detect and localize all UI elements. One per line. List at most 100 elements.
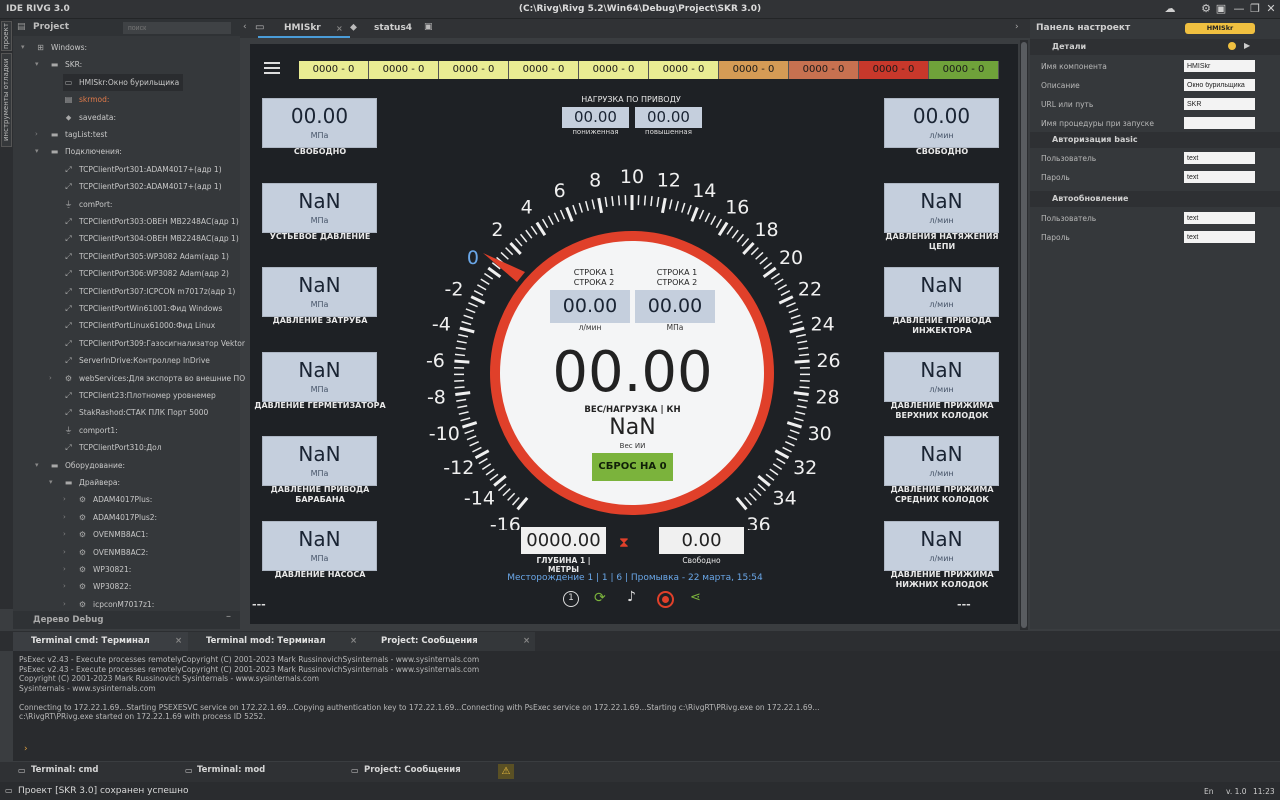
debug-tree-header[interactable]: Дерево Debug — [13, 611, 240, 629]
auto-user-field[interactable] — [1184, 212, 1255, 224]
chevron-left-icon[interactable]: ‹ — [243, 22, 247, 32]
dial-tick — [799, 353, 810, 357]
reset-button[interactable]: СБРОС НА 0 — [592, 453, 673, 481]
chevron-down-icon[interactable]: ▾ — [35, 143, 39, 160]
tree-item[interactable]: ⤢ TCPClientPort310:Дол — [63, 439, 161, 456]
tree-item[interactable]: › ⚙ OVENMB8AC2: — [63, 544, 148, 561]
tab-terminal-mod[interactable]: Terminal mod: Терминал × — [188, 632, 363, 651]
detail-field[interactable] — [1184, 60, 1255, 72]
detail-field[interactable] — [1184, 117, 1255, 129]
chevron-right-icon[interactable]: › — [63, 526, 66, 543]
tree-item[interactable]: ⤢ TCPClientPort306:WP3082 Adam(адр 2) — [63, 265, 229, 282]
cloud-icon[interactable]: ☁ — [1163, 2, 1177, 16]
dial-tick — [507, 492, 516, 501]
restore-icon[interactable]: ❐ — [1248, 2, 1262, 16]
search-input[interactable] — [123, 22, 231, 34]
tree-item[interactable]: › ⚙ OVENMB8AC1: — [63, 526, 148, 543]
tab-status4[interactable]: status4 — [374, 19, 412, 38]
save-icon[interactable]: ▣ — [424, 22, 433, 32]
tree-item[interactable]: ⏚ comport1: — [63, 422, 118, 439]
language-indicator[interactable]: En — [1204, 787, 1214, 796]
tree-item[interactable]: ▾ ▬ Драйвера: — [49, 474, 120, 491]
tab-close-icon[interactable]: × — [175, 632, 182, 651]
chevron-right-icon[interactable]: › — [63, 544, 66, 561]
terminal-output[interactable]: PsExec v2.43 - Execute processes remotel… — [13, 651, 1280, 761]
tree-item[interactable]: ⬥ savedata: — [63, 109, 116, 126]
tree-item[interactable]: › ▬ tagList:test — [35, 126, 107, 143]
tree-item[interactable]: ⤢ TCPClientPort309:Газосигнализатор Vekto… — [63, 335, 245, 352]
tree-item[interactable]: ▾ ▬ SKR: — [35, 56, 82, 73]
tree-item[interactable]: › ⚙ ADAM4017Plus2: — [63, 509, 157, 526]
gear-icon[interactable]: ⚙ — [1199, 2, 1213, 16]
load-title: НАГРУЗКА ПО ПРИВОДУ — [581, 95, 681, 104]
tab-project[interactable]: проект — [1, 21, 12, 51]
tree-item[interactable]: ⏚ comPort: — [63, 196, 113, 213]
tree-item-label: ADAM4017Plus: — [93, 495, 153, 505]
chevron-down-icon[interactable]: ▾ — [21, 39, 25, 56]
chevron-right-icon[interactable]: › — [63, 561, 66, 578]
switch-project-messages[interactable]: Project: Сообщения — [364, 765, 461, 775]
auto-pass-field[interactable] — [1184, 231, 1255, 243]
tree-item[interactable]: ⤢ TCPClientPortLinux61000:Фид Linux — [63, 317, 215, 334]
share-icon[interactable]: ⋖ — [690, 590, 701, 605]
chevron-right-icon[interactable]: › — [35, 126, 38, 143]
tree-item[interactable]: › ⚙ webServices:Для экспорта во внешние ПО — [49, 370, 245, 387]
chevron-right-icon[interactable]: › — [63, 491, 66, 508]
chevron-down-icon[interactable]: ▾ — [35, 56, 39, 73]
sync-icon[interactable]: ⟳ — [594, 590, 606, 606]
tree-item[interactable]: ⤢ TCPClientPort304:ОВЕН МВ2248АС(адр 1) — [63, 230, 238, 247]
chevron-right-icon[interactable]: › — [1015, 22, 1019, 32]
auth-header[interactable]: Авторизация basic — [1030, 132, 1280, 148]
detail-field[interactable] — [1184, 79, 1255, 91]
tree-item[interactable]: › ⚙ ADAM4017Plus: — [63, 491, 153, 508]
tree-item[interactable]: ⤢ ServerInDrive:Контроллер InDrive — [63, 352, 210, 369]
switch-terminal-mod[interactable]: Terminal: mod — [197, 765, 265, 775]
details-header[interactable]: Детали — [1030, 39, 1280, 55]
auth-pass-field[interactable] — [1184, 171, 1255, 183]
save-icon[interactable]: ▣ — [1214, 2, 1228, 16]
tree-item[interactable]: ⤢ TCPClient23:Плотномер уровнемер — [63, 387, 215, 404]
tree-item[interactable]: › ⚙ WP30822: — [63, 578, 131, 595]
scrollbar-thumb[interactable] — [1021, 42, 1027, 628]
tree-item[interactable]: ⤢ TCPClientPort302:ADAM4017+(адр 1) — [63, 178, 221, 195]
tab-debug-tools[interactable]: инструменты отладки — [1, 53, 12, 147]
bell-icon[interactable]: ♪ — [627, 589, 636, 605]
terminal-prompt[interactable]: › — [24, 744, 28, 754]
chevron-right-icon[interactable]: › — [63, 509, 66, 526]
play-icon[interactable]: ▶ — [1244, 41, 1250, 50]
warning-icon[interactable]: ⚠ — [498, 764, 514, 779]
minimize-icon[interactable]: — — [1232, 2, 1246, 16]
tree-item[interactable]: ⤢ TCPClientPort303:ОВЕН МВ2248АС(адр 1) — [63, 213, 238, 230]
chevron-right-icon[interactable]: › — [63, 578, 66, 595]
tree-item[interactable]: ⤢ TCPClientPort301:ADAM4017+(адр 1) — [63, 161, 221, 178]
tree-item[interactable]: ⤢ TCPClientPort307:ICPCON m7017z(адр 1) — [63, 283, 235, 300]
tree-item[interactable]: ▭ HMISkr:Окно бурильщика — [63, 73, 184, 91]
auth-user-field[interactable] — [1184, 152, 1255, 164]
tree-item[interactable]: ▾ ▬ Подключения: — [35, 143, 122, 160]
tree-item[interactable]: ⤢ TCPClientPortWin61001:Фид Windows — [63, 300, 222, 317]
record-icon[interactable] — [657, 591, 674, 608]
tree-item[interactable]: ▾ ▬ Оборудование: — [35, 457, 125, 474]
chevron-right-icon[interactable]: › — [49, 370, 52, 387]
tab-project-messages[interactable]: Project: Сообщения × — [363, 632, 535, 651]
detail-field[interactable] — [1184, 98, 1255, 110]
chevron-down-icon[interactable]: ▾ — [49, 474, 53, 491]
menu-icon[interactable] — [264, 62, 280, 64]
collapse-icon[interactable]: – — [226, 611, 231, 622]
tab-terminal-cmd[interactable]: Terminal cmd: Терминал × — [13, 632, 188, 651]
autoupdate-header[interactable]: Автообновление — [1030, 191, 1280, 207]
tree-item[interactable]: ▾ ⊞ Windows: — [21, 39, 87, 56]
dial-tick — [468, 302, 478, 308]
tab-close-icon[interactable]: × — [523, 632, 530, 651]
tab-close-icon[interactable]: × — [350, 632, 357, 651]
tree-item[interactable]: ⤢ StakRashod:СТАК ПЛК Порт 5000 — [63, 404, 208, 421]
gauge-box: NaN МПа — [262, 351, 377, 402]
tree-item[interactable]: › ⚙ WP30821: — [63, 561, 131, 578]
sidebar-toggle-icon[interactable]: ▤ — [17, 22, 26, 32]
info-icon[interactable]: 1 — [563, 591, 579, 607]
chevron-down-icon[interactable]: ▾ — [35, 457, 39, 474]
tree-item[interactable]: ▤ skrmod: — [63, 91, 110, 108]
switch-terminal-cmd[interactable]: Terminal: cmd — [31, 765, 98, 775]
tree-item[interactable]: ⤢ TCPClientPort305:WP3082 Adam(адр 1) — [63, 248, 229, 265]
close-icon[interactable]: ✕ — [1264, 2, 1278, 16]
